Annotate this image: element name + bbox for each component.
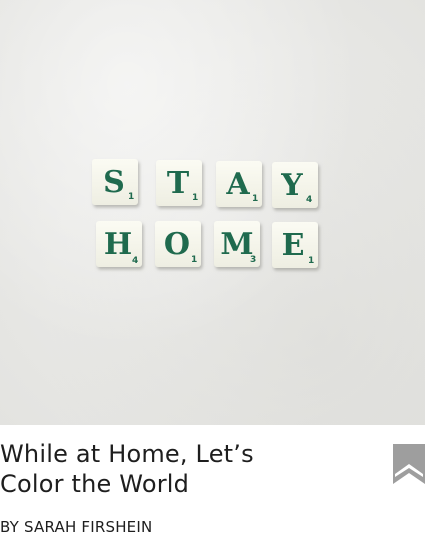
tile-score: 3 bbox=[250, 255, 256, 265]
hero-image[interactable]: S 1 T 1 A 1 Y 4 H 4 O 1 M 3 E 1 bbox=[0, 0, 425, 425]
tile-t: T 1 bbox=[156, 160, 202, 206]
tile-letter: T bbox=[167, 166, 190, 201]
tile-score: 1 bbox=[192, 193, 198, 203]
bookmark-button[interactable] bbox=[392, 444, 426, 484]
tile-letter: A bbox=[225, 167, 250, 202]
article-title[interactable]: While at Home, Let’s Color the World bbox=[0, 439, 300, 499]
tile-score: 1 bbox=[191, 255, 197, 265]
tile-score: 1 bbox=[252, 194, 258, 204]
tile-a: A 1 bbox=[216, 161, 262, 207]
tile-letter: S bbox=[103, 165, 125, 200]
article-title-line1: While at Home, Let’s bbox=[0, 440, 254, 468]
tile-e: E 1 bbox=[272, 222, 318, 268]
tile-y: Y 4 bbox=[272, 162, 318, 208]
tile-s: S 1 bbox=[92, 159, 138, 205]
tile-score: 4 bbox=[306, 195, 312, 205]
tile-letter: Y bbox=[280, 168, 303, 203]
tile-h: H 4 bbox=[96, 221, 142, 267]
tile-score: 4 bbox=[132, 256, 138, 266]
tile-letter: E bbox=[282, 228, 305, 263]
article-title-line2: Color the World bbox=[0, 470, 190, 498]
author-link[interactable]: SARAH FIRSHEIN bbox=[24, 518, 152, 536]
article-byline: BY SARAH FIRSHEIN bbox=[0, 517, 152, 537]
tile-score: 1 bbox=[128, 192, 134, 202]
tile-letter: M bbox=[220, 227, 253, 262]
bookmark-icon bbox=[393, 444, 425, 484]
tile-letter: O bbox=[164, 227, 190, 262]
tile-o: O 1 bbox=[155, 221, 201, 267]
tile-score: 1 bbox=[308, 256, 314, 266]
scrabble-tiles-illustration: S 1 T 1 A 1 Y 4 H 4 O 1 M 3 E 1 bbox=[92, 159, 318, 268]
byline-prefix: BY bbox=[0, 518, 20, 536]
tile-letter: H bbox=[104, 227, 132, 262]
tile-m: M 3 bbox=[214, 221, 260, 267]
